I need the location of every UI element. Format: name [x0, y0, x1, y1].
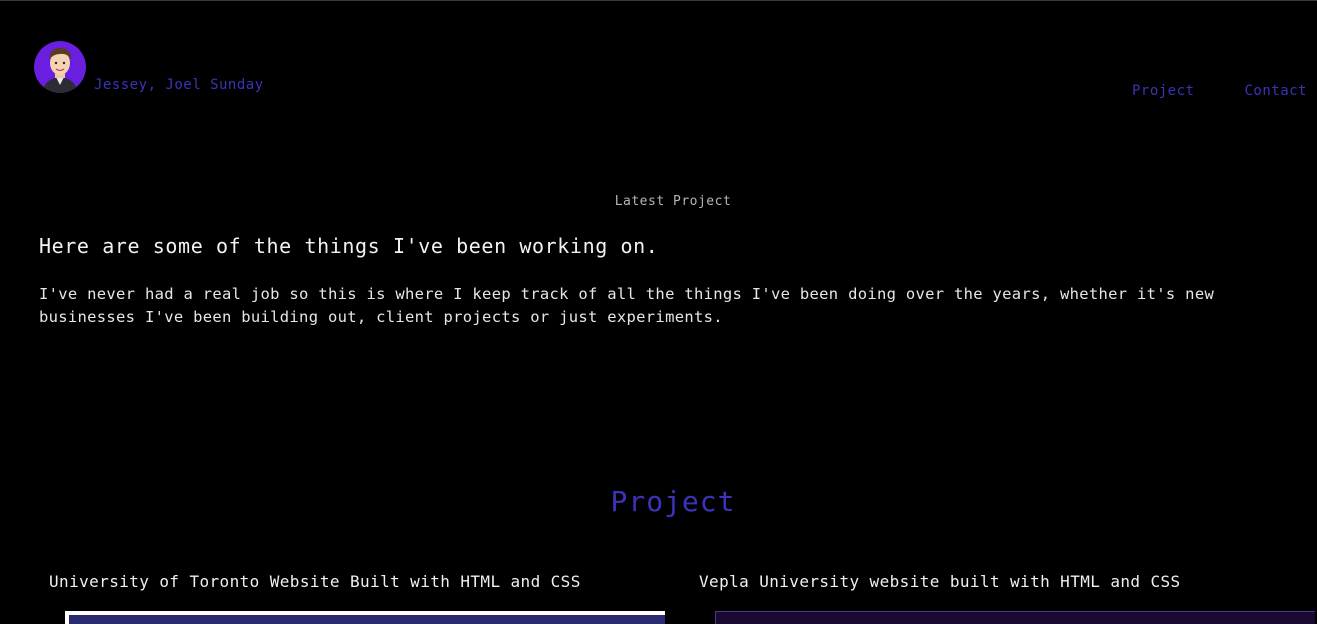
- project-card-title[interactable]: Vepla University website built with HTML…: [699, 572, 1181, 591]
- project-card-uoft[interactable]: University of Toronto Website Built with…: [49, 572, 581, 591]
- hero-headline: Here are some of the things I've been wo…: [39, 234, 659, 258]
- portfolio-page: Jessey, Joel Sunday Project Contact Late…: [0, 0, 1317, 624]
- project-thumbnail-vepla[interactable]: [715, 611, 1315, 624]
- nav-link-project[interactable]: Project: [1132, 83, 1195, 99]
- project-thumbnail-uoft[interactable]: [65, 611, 665, 624]
- brand[interactable]: Jessey, Joel Sunday: [34, 41, 264, 93]
- hero-eyebrow: Latest Project: [614, 194, 732, 209]
- main-nav: Project Contact: [1132, 83, 1307, 99]
- project-card-vepla[interactable]: Vepla University website built with HTML…: [699, 572, 1181, 591]
- avatar: [34, 41, 86, 93]
- projects-title: Project: [610, 485, 736, 518]
- brand-name[interactable]: Jessey, Joel Sunday: [94, 77, 264, 93]
- hero-intro: I've never had a real job so this is whe…: [39, 285, 1215, 326]
- project-card-title[interactable]: University of Toronto Website Built with…: [49, 572, 581, 591]
- project-thumbnail-image: [69, 615, 665, 624]
- nav-link-contact[interactable]: Contact: [1244, 83, 1307, 99]
